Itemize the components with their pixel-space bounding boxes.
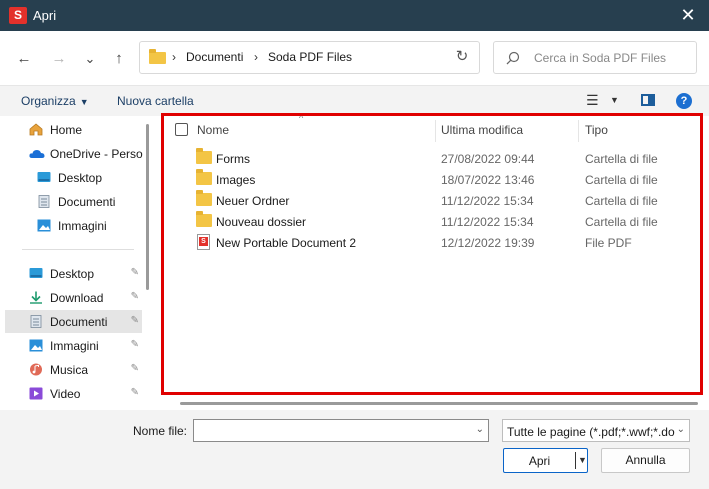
desktop-icon	[37, 172, 51, 182]
sidebar-item-label: Desktop	[58, 171, 103, 185]
sidebar-item-label: Musica	[50, 363, 89, 377]
desktop-icon	[29, 268, 43, 278]
sidebar-item-quick-download[interactable]: Download ✎	[0, 286, 143, 309]
sidebar-item-label: Immagini	[58, 219, 107, 233]
pin-icon[interactable]: ✎	[131, 315, 139, 326]
navigation-bar: ← → ⌄ ↑ › Documenti › Soda PDF Files ↻ C…	[0, 31, 709, 86]
sidebar-item-documenti[interactable]: Documenti	[0, 190, 143, 213]
new-folder-button[interactable]: Nuova cartella	[117, 94, 194, 108]
sidebar-item-label: Home	[50, 123, 83, 137]
cancel-button[interactable]: Annulla	[601, 448, 690, 473]
view-options-icon[interactable]: ☰	[586, 92, 599, 109]
sidebar-item-quick-documenti[interactable]: Documenti ✎	[5, 310, 142, 333]
sidebar-item-home[interactable]: Home	[0, 118, 143, 141]
title-bar: S Apri ✕	[0, 0, 709, 31]
sidebar-item-desktop[interactable]: Desktop	[0, 166, 143, 189]
breadcrumb-documenti[interactable]: Documenti	[186, 50, 243, 64]
chevron-down-icon[interactable]: ⌄	[677, 424, 685, 435]
pictures-icon	[29, 339, 43, 352]
pin-icon[interactable]: ✎	[131, 387, 139, 398]
pictures-icon	[37, 219, 51, 232]
sidebar-item-label: Download	[50, 291, 104, 305]
download-icon	[30, 291, 42, 304]
back-button[interactable]: ←	[13, 48, 35, 70]
highlight-frame	[161, 113, 703, 395]
sidebar-item-label: Video	[50, 387, 81, 401]
address-bar[interactable]: › Documenti › Soda PDF Files ↻	[139, 41, 480, 74]
pin-icon[interactable]: ✎	[131, 291, 139, 302]
sidebar-item-label: OneDrive - Persor	[50, 147, 143, 161]
command-bar: Organizza ▼ Nuova cartella ☰ ▼ ?	[0, 86, 709, 116]
sidebar-divider	[22, 249, 134, 250]
sidebar-item-quick-musica[interactable]: Musica ✎	[0, 358, 143, 381]
navigation-pane-scrollbar[interactable]	[144, 124, 150, 408]
filename-label: Nome file:	[133, 424, 188, 438]
home-icon	[29, 123, 43, 136]
open-button[interactable]: Apri ▼	[503, 448, 588, 473]
music-icon	[30, 363, 42, 376]
split-divider	[575, 452, 576, 469]
open-button-label: Apri	[528, 454, 551, 468]
recent-locations-button[interactable]: ⌄	[79, 48, 101, 70]
sidebar-item-onedrive[interactable]: OneDrive - Persor	[0, 142, 143, 165]
window-title: Apri	[33, 8, 57, 23]
sidebar-item-label: Desktop	[50, 267, 95, 281]
sidebar-item-quick-video[interactable]: Video ✎	[0, 382, 143, 405]
sidebar-item-label: Documenti	[50, 315, 108, 329]
documents-icon	[30, 315, 42, 328]
open-options-caret-icon[interactable]: ▼	[578, 455, 587, 465]
pin-icon[interactable]: ✎	[131, 339, 139, 350]
navigation-pane: Home OneDrive - Persor Desktop Documenti…	[0, 116, 152, 410]
sidebar-item-quick-desktop[interactable]: Desktop ✎	[0, 262, 143, 285]
breadcrumb-separator[interactable]: ›	[254, 50, 258, 64]
search-input[interactable]: Cerca in Soda PDF Files	[493, 41, 697, 74]
pin-icon[interactable]: ✎	[131, 267, 139, 278]
sidebar-item-label: Immagini	[50, 339, 99, 353]
caret-down-icon: ▼	[79, 97, 89, 107]
help-icon[interactable]: ?	[676, 93, 692, 109]
search-icon	[506, 51, 520, 65]
sidebar-item-label: Documenti	[58, 195, 116, 209]
breadcrumb-separator[interactable]: ›	[172, 50, 176, 64]
forward-button[interactable]: →	[48, 48, 70, 70]
filename-input[interactable]: ⌄	[193, 419, 489, 442]
search-placeholder: Cerca in Soda PDF Files	[534, 51, 667, 65]
soda-pdf-app-icon: S	[9, 7, 27, 24]
refresh-icon[interactable]: ↻	[453, 48, 471, 66]
scrollbar-thumb[interactable]	[146, 124, 149, 290]
chevron-down-icon[interactable]: ⌄	[476, 424, 484, 435]
breadcrumb-soda-pdf-files[interactable]: Soda PDF Files	[268, 50, 352, 64]
sidebar-item-immagini[interactable]: Immagini	[0, 214, 143, 237]
horizontal-scrollbar[interactable]	[180, 402, 698, 405]
organize-menu-button[interactable]: Organizza ▼	[21, 94, 89, 108]
onedrive-icon	[29, 150, 45, 158]
pin-icon[interactable]: ✎	[131, 363, 139, 374]
documents-icon	[38, 195, 50, 208]
view-caret-icon[interactable]: ▼	[610, 95, 619, 105]
video-icon	[29, 387, 43, 400]
close-button[interactable]: ✕	[677, 4, 699, 26]
organize-label: Organizza	[21, 94, 76, 108]
up-button[interactable]: ↑	[108, 48, 130, 70]
sidebar-item-quick-immagini[interactable]: Immagini ✎	[0, 334, 143, 357]
dialog-footer: Nome file: ⌄ Tutte le pagine (*.pdf;*.ww…	[0, 410, 709, 489]
preview-pane-icon[interactable]	[641, 94, 655, 106]
file-type-filter-select[interactable]: Tutte le pagine (*.pdf;*.wwf;*.doc ⌄	[502, 419, 690, 442]
file-type-filter-value: Tutte le pagine (*.pdf;*.wwf;*.doc	[507, 425, 675, 439]
folder-icon	[149, 49, 166, 64]
